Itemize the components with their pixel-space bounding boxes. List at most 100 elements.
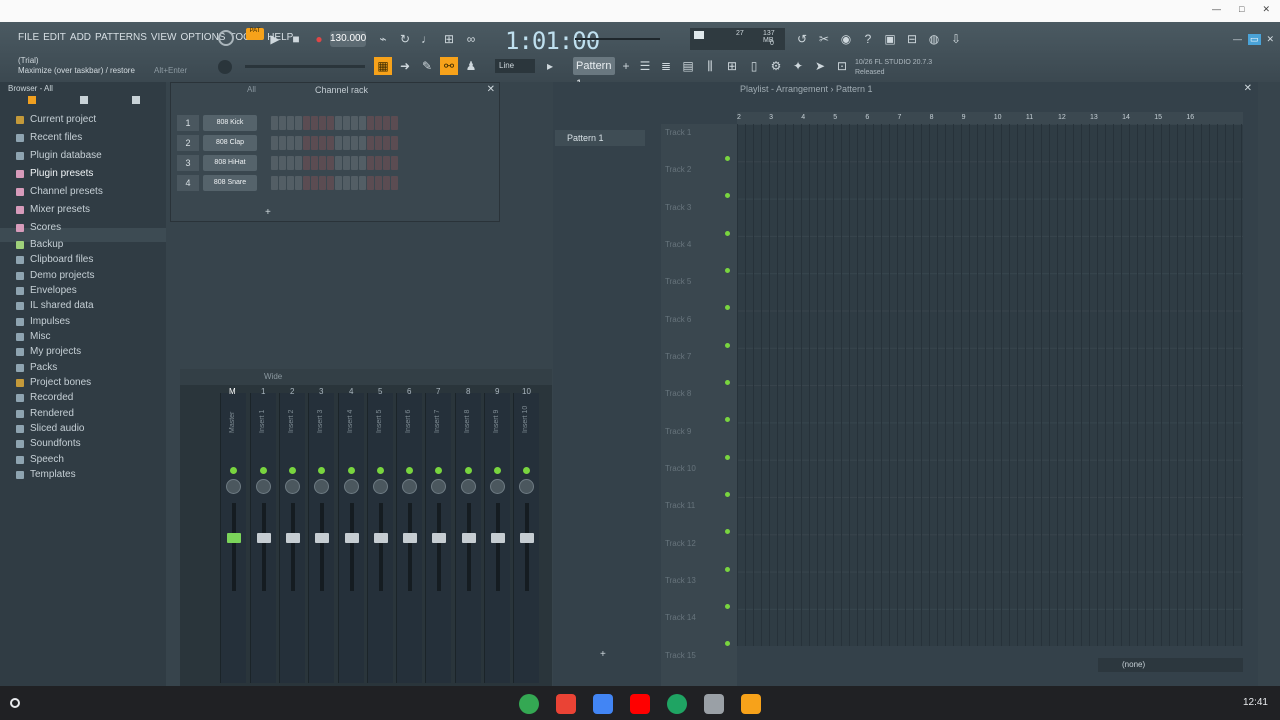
fader-cap[interactable] [257,533,271,543]
browser-item[interactable]: IL shared data [16,300,94,311]
fader-cap[interactable] [432,533,446,543]
pan-knob[interactable] [402,479,417,494]
playlist-close-icon[interactable]: ✕ [1244,83,1252,94]
pan-knob[interactable] [314,479,329,494]
pan-knob[interactable] [344,479,359,494]
mixer-strip[interactable]: M Master [220,387,246,683]
step-sequencer[interactable] [271,116,398,130]
fl-minimize-icon[interactable]: — [1233,34,1242,45]
menu-add[interactable]: ADD [70,32,91,43]
track-mute-led[interactable] [725,567,730,572]
mixer-strip[interactable]: 3 Insert 3 [308,387,334,683]
channel-name-button[interactable]: 808 Clap [203,135,257,151]
browser-header[interactable]: Browser - All [8,84,53,93]
menu-file[interactable]: FILE [18,32,39,43]
system-clock[interactable]: 12:41 [1243,697,1268,708]
wait-input-icon[interactable]: ↻ [396,30,414,48]
track-label[interactable]: Track 13 [665,576,696,585]
stamp-icon[interactable]: ♟ [462,57,480,75]
mixer-strip[interactable]: 1 Insert 1 [250,387,276,683]
song-position[interactable]: 1:01:00 [505,27,600,55]
strip-enable-led[interactable] [465,467,472,474]
launcher-icon[interactable] [10,698,20,708]
pan-knob[interactable] [256,479,271,494]
track-mute-led[interactable] [725,455,730,460]
strip-enable-led[interactable] [494,467,501,474]
loop-record-icon[interactable]: ∞ [462,30,480,48]
fader-cap[interactable] [345,533,359,543]
channel-name-button[interactable]: 808 Snare [203,175,257,191]
step-sequencer[interactable] [271,136,398,150]
files-icon[interactable] [704,694,724,714]
master-pitch-slider[interactable] [245,65,365,68]
track-mute-led[interactable] [725,268,730,273]
mixer-toolbar[interactable]: Wide [180,369,552,385]
mixer-strip[interactable]: 8 Insert 8 [455,387,481,683]
undo-history-icon[interactable]: ↺ [793,30,811,48]
mixer-strip[interactable]: 2 Insert 2 [279,387,305,683]
volume-fader[interactable] [379,503,383,591]
mixer-strip[interactable]: 7 Insert 7 [425,387,451,683]
step-edit-icon[interactable]: ⊞ [440,30,458,48]
channel-rack-icon[interactable]: ▤ [679,57,697,75]
plugin-picker-icon[interactable]: ⚙ [767,57,785,75]
piano-roll-icon[interactable]: ≣ [657,57,675,75]
strip-enable-led[interactable] [348,467,355,474]
download-icon[interactable]: ⇩ [947,30,965,48]
volume-fader[interactable] [437,503,441,591]
track-label[interactable]: Track 9 [665,427,691,436]
menu-patterns[interactable]: PATTERNS [95,32,147,43]
play-icon[interactable]: ▶ [266,30,284,48]
track-mute-led[interactable] [725,604,730,609]
browser-item[interactable]: Channel presets [16,186,103,197]
docs-icon[interactable] [593,694,613,714]
browser-speaker-icon[interactable] [132,96,140,104]
youtube-icon[interactable] [630,694,650,714]
fader-cap[interactable] [403,533,417,543]
master-volume-knob[interactable] [218,30,234,46]
volume-fader[interactable] [320,503,324,591]
strip-enable-led[interactable] [318,467,325,474]
play-store-icon[interactable] [667,694,687,714]
track-label[interactable]: Track 3 [665,203,691,212]
track-label[interactable]: Track 11 [665,501,695,510]
timeline-ruler[interactable]: 2 3 4 5 6 7 8 9 10 11 12 13 14 15 16 [737,112,1243,124]
cut-icon[interactable]: ✂ [815,30,833,48]
browser-item[interactable]: Misc [16,331,51,342]
plugin-icon[interactable]: ⊟ [903,30,921,48]
pan-knob[interactable] [373,479,388,494]
browser-item[interactable]: Plugin database [16,150,102,161]
news-ticker[interactable]: 10/26 FL STUDIO 20.7.3 Released [855,58,932,78]
fl-close-icon[interactable]: ✕ [1267,34,1275,45]
pan-knob[interactable] [519,479,534,494]
volume-fader[interactable] [350,503,354,591]
strip-enable-led[interactable] [289,467,296,474]
add-pattern-icon[interactable]: + [617,57,635,75]
volume-fader[interactable] [262,503,266,591]
browser-item[interactable]: Plugin presets [16,168,93,179]
maximize-icon[interactable]: □ [1239,4,1244,15]
track-label[interactable]: Track 1 [665,128,691,137]
playlist-icon[interactable]: ☰ [636,57,654,75]
browser-item[interactable]: Backup [16,239,63,250]
channel-name-button[interactable]: 808 HiHat [203,155,257,171]
channel-row[interactable]: 4 808 Snare [177,175,398,191]
browser-item[interactable]: Mixer presets [16,204,90,215]
track-mute-led[interactable] [725,231,730,236]
channel-row[interactable]: 2 808 Clap [177,135,398,151]
fader-cap[interactable] [491,533,505,543]
fader-cap[interactable] [315,533,329,543]
track-label[interactable]: Track 8 [665,389,691,398]
track-label[interactable]: Track 6 [665,315,691,324]
snap-icon[interactable]: ▦ [374,57,392,75]
track-mute-led[interactable] [725,529,730,534]
browser-item[interactable]: Envelopes [16,285,77,296]
pattern-selector[interactable]: Pattern 1 [573,57,615,90]
track-mute-led[interactable] [725,305,730,310]
track-mute-led[interactable] [725,193,730,198]
pan-knob[interactable] [285,479,300,494]
browser-item[interactable]: My projects [16,346,81,357]
browser-item[interactable]: Recorded [16,392,73,403]
track-label[interactable]: Track 10 [665,464,696,473]
volume-fader[interactable] [467,503,471,591]
